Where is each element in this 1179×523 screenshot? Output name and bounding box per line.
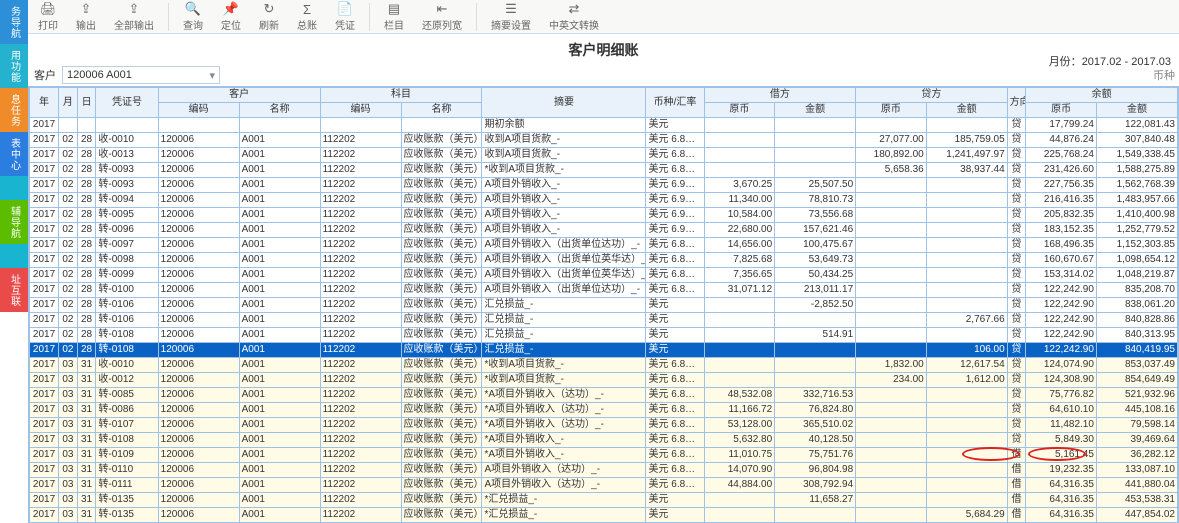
table-row[interactable]: 20170331转-0110120006A001112202应收账款（美元）A项… [30, 463, 1178, 478]
table-row[interactable]: 20170228转-0097120006A001112202应收账款（美元）A项… [30, 238, 1178, 253]
data-grid[interactable]: 年 月 日 凭证号 客户 科目 摘要 币种/汇率 借方 贷方 方向 余额 编码名… [28, 86, 1179, 523]
table-row[interactable]: 20170228转-0094120006A001112202应收账款（美元）A项… [30, 193, 1178, 208]
table-row[interactable]: 20170331收-0012120006A001112202应收账款（美元）*收… [30, 373, 1178, 388]
table-row[interactable]: 20170228收-0010120006A001112202应收账款（美元）收到… [30, 133, 1178, 148]
table-row[interactable]: 20170331收-0010120006A001112202应收账款（美元）*收… [30, 358, 1178, 373]
table-row[interactable]: 20170331转-0109120006A001112202应收账款（美元）*A… [30, 448, 1178, 463]
table-row[interactable]: 20170228转-0095120006A001112202应收账款（美元）A项… [30, 208, 1178, 223]
table-row[interactable]: 20170228转-0093120006A001112202应收账款（美元）A项… [30, 178, 1178, 193]
table-row[interactable]: 20170331转-0108120006A001112202应收账款（美元）*A… [30, 433, 1178, 448]
filter-row: 客户 120006 A001 [28, 64, 1179, 86]
nav-item-6[interactable]: 址互联 [0, 268, 28, 312]
refresh-icon: ↻ [261, 1, 277, 17]
nav-item-3[interactable]: 息任务 [0, 88, 28, 132]
customer-combo[interactable]: 120006 A001 [62, 66, 220, 84]
list-icon: ☰ [503, 1, 519, 17]
table-row[interactable]: 20170228转-0096120006A001112202应收账款（美元）A项… [30, 223, 1178, 238]
table-row[interactable]: 2017期初余额美元贷17,799.24122,081.43 [30, 118, 1178, 133]
table-row[interactable]: 20170228转-0100120006A001112202应收账款（美元）A项… [30, 283, 1178, 298]
nav-item-5[interactable]: 辅导航 [0, 200, 28, 244]
swap-icon: ⇄ [566, 1, 582, 17]
summary-setting-button[interactable]: ☰摘要设置 [487, 2, 535, 32]
export-all-icon: ⇪ [126, 1, 142, 17]
export-all-button[interactable]: ⇪全部输出 [110, 2, 158, 32]
table-row[interactable]: 20170228转-0099120006A001112202应收账款（美元）A项… [30, 268, 1178, 283]
columns-button[interactable]: ▤栏目 [380, 2, 408, 32]
table-row[interactable]: 20170331转-0085120006A001112202应收账款（美元）*A… [30, 388, 1178, 403]
table-row[interactable]: 20170228转-0093120006A001112202应收账款（美元）*收… [30, 163, 1178, 178]
page-title: 客户明细账 [28, 34, 1179, 66]
pin-icon: 📌 [223, 1, 239, 17]
left-nav: 务导航 用功能 息任务 表中心 辅导航 址互联 [0, 0, 28, 523]
sum-icon: Σ [299, 2, 315, 17]
refresh-button[interactable]: ↻刷新 [255, 2, 283, 32]
customer-filter-label: 客户 [34, 67, 56, 83]
search-icon: 🔍 [185, 1, 201, 17]
print-button[interactable]: 🖨打印 [34, 2, 62, 32]
voucher-button[interactable]: 📄凭证 [331, 2, 359, 32]
doc-icon: 📄 [337, 1, 353, 17]
print-icon: 🖨 [40, 1, 56, 17]
table-row[interactable]: 20170228转-0108120006A001112202应收账款（美元）汇兑… [30, 328, 1178, 343]
table-row[interactable]: 20170331转-0135120006A001112202应收账款（美元）*汇… [30, 508, 1178, 523]
table-row[interactable]: 20170331转-0111120006A001112202应收账款（美元）A项… [30, 478, 1178, 493]
table-row[interactable]: 20170331转-0107120006A001112202应收账款（美元）*A… [30, 418, 1178, 433]
toolbar: 🖨打印 ⇪输出 ⇪全部输出 🔍查询 📌定位 ↻刷新 Σ总账 📄凭证 ▤栏目 ⇤还… [28, 0, 1179, 34]
export-button[interactable]: ⇪输出 [72, 2, 100, 32]
table-row[interactable]: 20170228转-0106120006A001112202应收账款（美元）汇兑… [30, 313, 1178, 328]
table-row[interactable]: 20170228收-0013120006A001112202应收账款（美元）收到… [30, 148, 1178, 163]
restore-icon: ⇤ [434, 1, 450, 17]
ledger-button[interactable]: Σ总账 [293, 2, 321, 32]
export-icon: ⇪ [78, 1, 94, 17]
restore-width-button[interactable]: ⇤还原列宽 [418, 2, 466, 32]
table-row[interactable]: 20170331转-0086120006A001112202应收账款（美元）*A… [30, 403, 1178, 418]
table-row[interactable]: 20170228转-0106120006A001112202应收账款（美元）汇兑… [30, 298, 1178, 313]
nav-item-4[interactable]: 表中心 [0, 132, 28, 176]
table-row[interactable]: 20170228转-0108120006A001112202应收账款（美元）汇兑… [30, 343, 1178, 358]
table-row[interactable]: 20170331转-0135120006A001112202应收账款（美元）*汇… [30, 493, 1178, 508]
table-row[interactable]: 20170228转-0098120006A001112202应收账款（美元）A项… [30, 253, 1178, 268]
query-button[interactable]: 🔍查询 [179, 2, 207, 32]
nav-item-1[interactable]: 务导航 [0, 0, 28, 44]
grid-header: 年 月 日 凭证号 客户 科目 摘要 币种/汇率 借方 贷方 方向 余额 编码名… [30, 88, 1178, 118]
lang-switch-button[interactable]: ⇄中英文转换 [545, 2, 603, 32]
locate-button[interactable]: 📌定位 [217, 2, 245, 32]
columns-icon: ▤ [386, 1, 402, 17]
nav-item-2[interactable]: 用功能 [0, 44, 28, 88]
